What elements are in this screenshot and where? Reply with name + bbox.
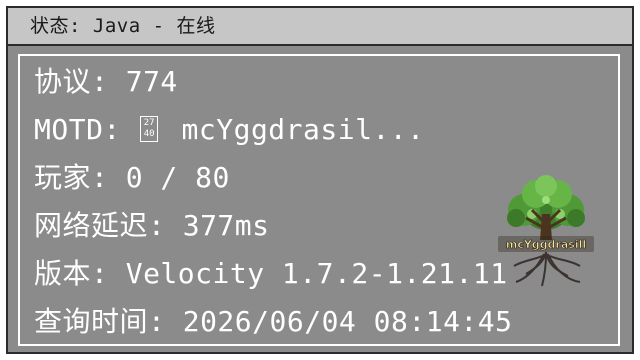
- server-status-card: 状态: Java - 在线 协议: 774 MOTD: 27 40 mcYggdr…: [0, 0, 640, 360]
- motd-row: MOTD: 27 40 mcYggdrasil...: [34, 112, 425, 148]
- logo-text: mcYggdrasill: [506, 238, 586, 251]
- protocol-row: 协议: 774: [34, 65, 178, 98]
- players-row: 玩家: 0 / 80: [34, 161, 230, 194]
- latency-row: 网络延迟: 377ms: [34, 209, 270, 242]
- version-row: 版本: Velocity 1.7.2-1.21.11: [34, 257, 508, 290]
- tree-roots: [513, 251, 581, 287]
- unknown-glyph-icon: 27 40: [140, 116, 159, 142]
- logo-label: mcYggdrasill: [498, 236, 594, 252]
- glyph-code-bottom: 40: [143, 129, 155, 139]
- status-frame: 状态: Java - 在线 协议: 774 MOTD: 27 40 mcYggdr…: [6, 6, 634, 354]
- glyph-code-top: 27: [143, 118, 155, 128]
- motd-label: MOTD:: [34, 113, 139, 146]
- window-title: 状态: Java - 在线: [30, 15, 216, 37]
- title-bar: 状态: Java - 在线: [8, 8, 632, 46]
- query-time-row: 查询时间: 2026/06/04 08:14:45: [34, 305, 513, 338]
- motd-text: mcYggdrasil...: [164, 113, 425, 146]
- tree-logo-icon: mcYggdrasill: [486, 170, 606, 290]
